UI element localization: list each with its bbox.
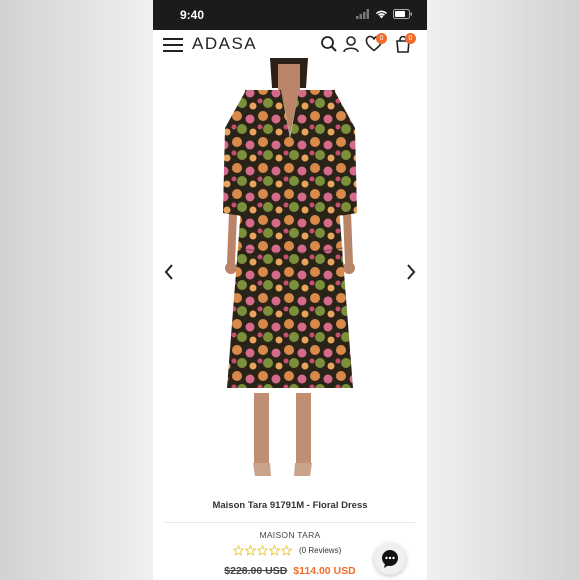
product-brand[interactable]: MAISON TARA	[153, 530, 427, 540]
star-icon	[281, 544, 292, 556]
battery-icon	[393, 9, 412, 19]
site-header: ADASA 0 0	[153, 30, 427, 59]
product-rating[interactable]: (0 Reviews)	[233, 543, 341, 557]
wifi-icon	[375, 10, 388, 19]
cart-count-badge: 0	[405, 33, 416, 44]
star-icon	[233, 544, 244, 556]
chat-icon	[382, 550, 398, 568]
sale-price: $114.00 USD	[293, 565, 356, 577]
next-image-arrow[interactable]	[404, 263, 418, 281]
wishlist-count-badge: 0	[376, 33, 387, 44]
background-left	[0, 0, 153, 580]
reviews-count-link[interactable]: (0 Reviews)	[299, 546, 341, 555]
status-time: 9:40	[180, 8, 205, 22]
previous-image-arrow[interactable]	[162, 263, 176, 281]
product-title: Maison Tara 91791M - Floral Dress	[212, 500, 368, 511]
signal-icon	[356, 9, 369, 19]
phone-screen: 9:40 ADASA 0 0 Maison Tara 91791M - Flor…	[153, 0, 427, 580]
star-icon	[245, 544, 256, 556]
chat-button[interactable]	[374, 543, 406, 575]
menu-icon[interactable]	[163, 37, 183, 53]
original-price: $228.00 USD	[224, 565, 288, 577]
star-icon	[269, 544, 280, 556]
status-icons	[356, 9, 413, 19]
product-image-carousel[interactable]	[153, 58, 427, 488]
search-icon[interactable]	[320, 35, 338, 53]
status-bar: 9:40	[153, 0, 427, 30]
divider	[165, 522, 415, 523]
account-icon[interactable]	[342, 35, 360, 53]
product-image	[223, 58, 357, 476]
background-right	[427, 0, 580, 580]
site-logo[interactable]: ADASA	[192, 34, 257, 54]
star-icon	[257, 544, 268, 556]
